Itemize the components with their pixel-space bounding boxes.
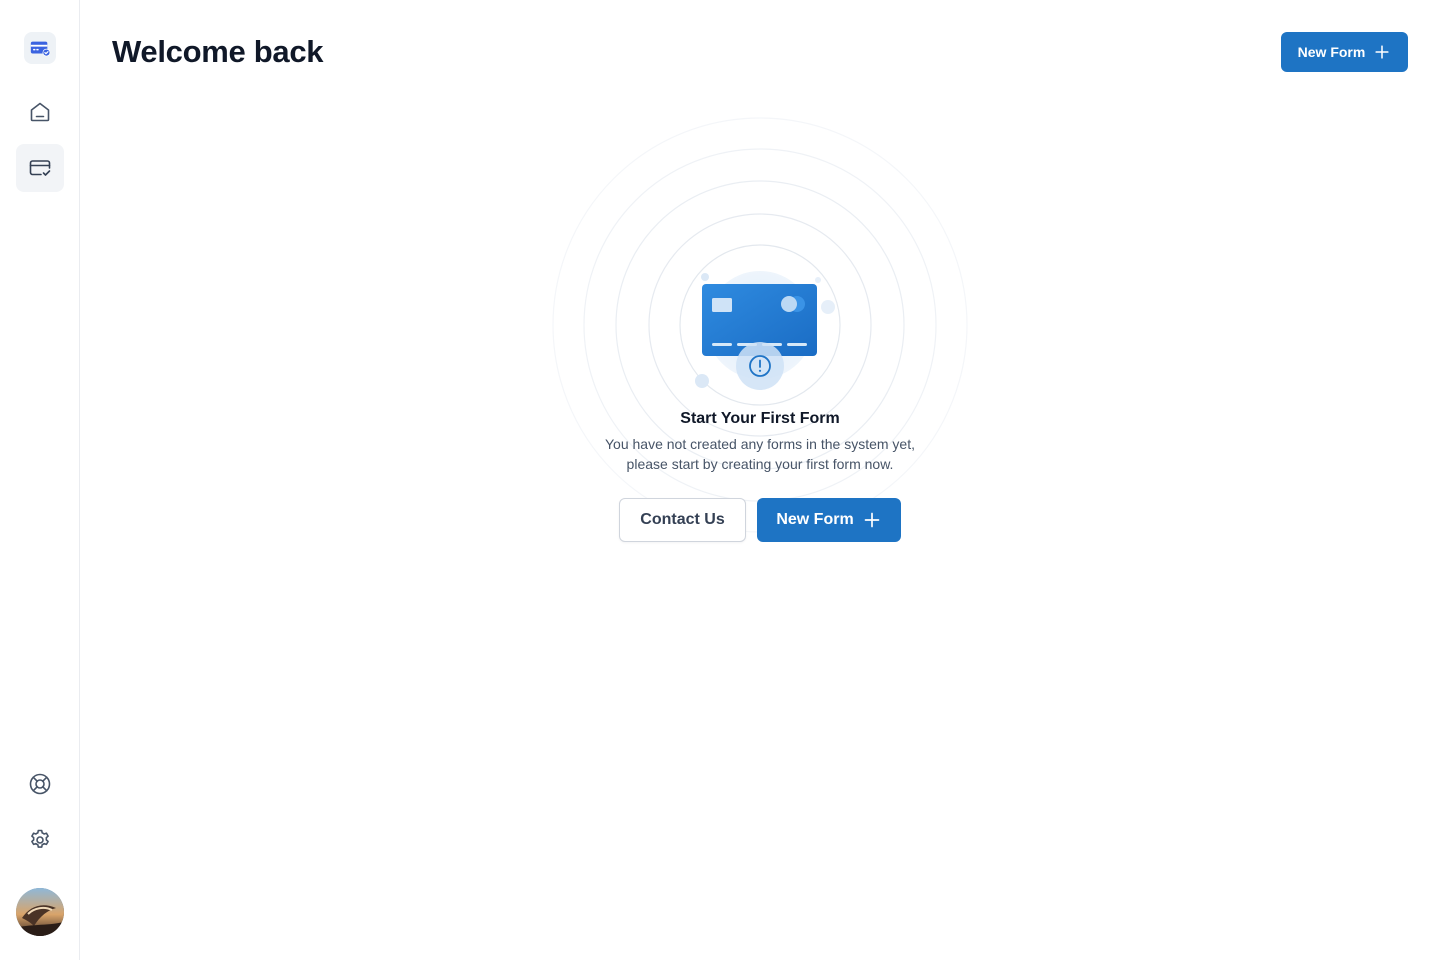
empty-state-title: Start Your First Form <box>680 410 840 427</box>
sidebar-item-settings[interactable] <box>16 816 64 864</box>
empty-state-description: You have not created any forms in the sy… <box>560 434 960 474</box>
plus-icon <box>864 512 880 528</box>
new-form-label: New Form <box>776 511 854 528</box>
new-form-label: New Form <box>1297 44 1366 60</box>
avatar-image <box>16 888 64 936</box>
home-icon <box>30 102 50 122</box>
empty-state-description-line-2: please start by creating your first form… <box>626 456 894 472</box>
gear-icon <box>31 829 49 848</box>
sidebar-item-forms[interactable] <box>16 144 64 192</box>
page-title: Welcome back <box>112 34 324 69</box>
contact-us-button[interactable]: Contact Us <box>619 498 746 542</box>
header-new-form-button[interactable]: New Form <box>1281 32 1408 72</box>
empty-state-new-form-button[interactable]: New Form <box>757 498 901 542</box>
credit-card-alert-icon <box>695 271 835 390</box>
app: Welcome back New Form Start Your First F… <box>0 0 1440 960</box>
sidebar <box>0 0 80 960</box>
card-check-icon <box>29 160 51 176</box>
life-buoy-icon <box>29 773 51 795</box>
avatar[interactable] <box>16 888 64 936</box>
app-logo[interactable] <box>24 32 56 64</box>
sidebar-item-home[interactable] <box>16 88 64 136</box>
empty-state-description-line-1: You have not created any forms in the sy… <box>605 436 915 452</box>
card-check-logo-icon <box>30 41 51 57</box>
plus-icon <box>1375 45 1389 59</box>
sidebar-item-support[interactable] <box>16 760 64 808</box>
